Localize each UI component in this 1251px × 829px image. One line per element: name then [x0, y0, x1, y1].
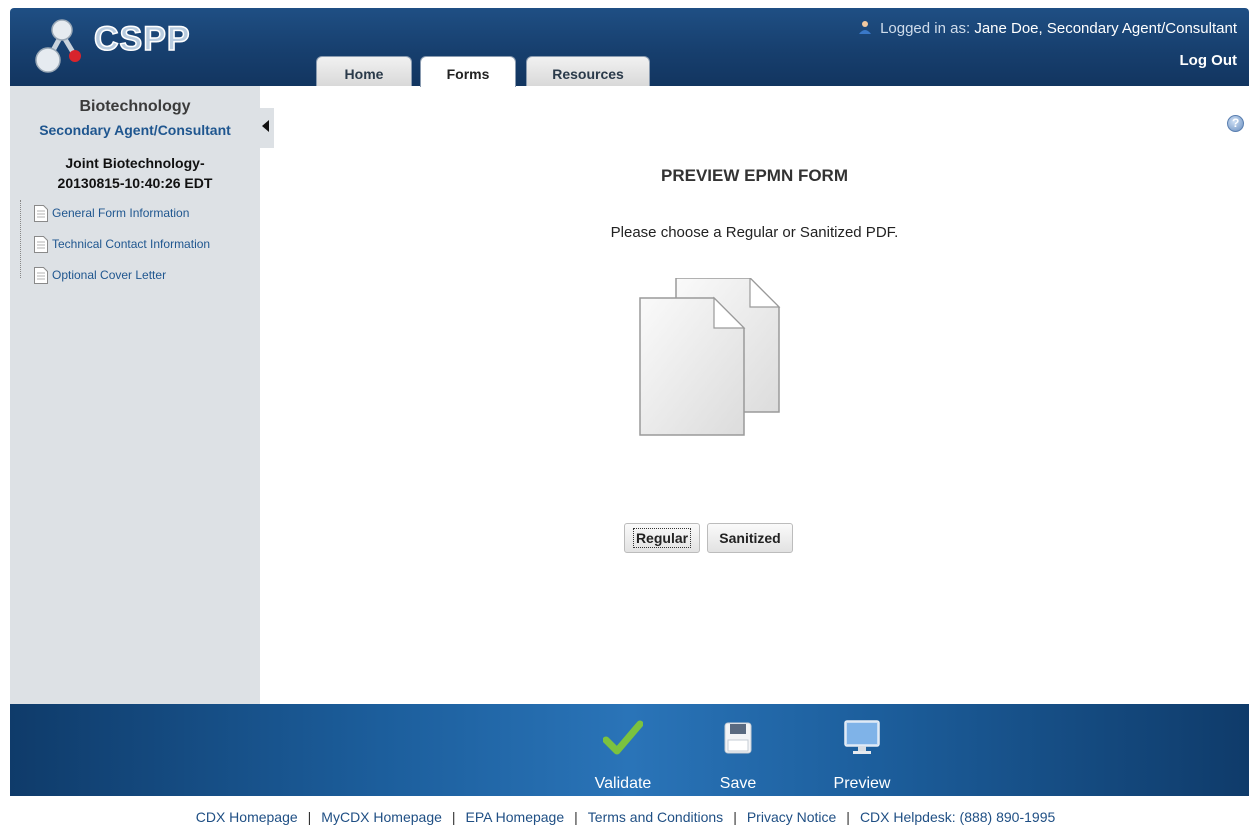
document-icon	[34, 236, 48, 253]
validate-button[interactable]: Validate	[583, 718, 663, 793]
sidebar-item-label: General Form Information	[52, 206, 190, 220]
tab-forms[interactable]: Forms	[420, 56, 516, 87]
preview-label: Preview	[833, 775, 891, 792]
form-name-line-2: 20130815-10:40:26 EDT	[57, 175, 213, 191]
sidebar-role: Secondary Agent/Consultant	[39, 122, 231, 138]
separator: |	[846, 809, 850, 825]
form-name-line-1: Joint Biotechnology-	[65, 155, 205, 171]
tab-resources[interactable]: Resources	[526, 56, 650, 86]
sidebar-item-label: Technical Contact Information	[52, 237, 211, 251]
form-section-tree: General Form Information Technical Conta…	[20, 200, 210, 293]
preview-button[interactable]: Preview	[822, 718, 902, 793]
sidebar-item-general-form-information[interactable]: General Form Information	[20, 200, 210, 231]
page-title: PREVIEW EPMN FORM	[660, 166, 848, 185]
footer-links: CDX Homepage | MyCDX Homepage | EPA Homepage…	[0, 809, 1251, 825]
floppy-disk-icon	[724, 722, 752, 754]
action-bar: Validate Save Preview	[10, 704, 1249, 796]
save-label: Save	[719, 775, 757, 792]
tab-home[interactable]: Home	[316, 56, 412, 86]
sidebar-form-name: Joint Biotechnology- 20130815-10:40:26 E…	[10, 153, 260, 193]
page-instructions: Please choose a Regular or Sanitized PDF…	[610, 224, 899, 241]
document-icon	[34, 267, 48, 284]
separator: |	[733, 809, 737, 825]
app: CSPP Home Forms Resources Logged in as: …	[0, 0, 1251, 829]
mycdx-homepage-link[interactable]: MyCDX Homepage	[321, 809, 442, 825]
save-button[interactable]: Save	[698, 718, 778, 793]
cspp-logo[interactable]: CSPP	[32, 16, 212, 76]
cdx-helpdesk-link[interactable]: CDX Helpdesk: (888) 890-1995	[860, 809, 1055, 825]
terms-link[interactable]: Terms and Conditions	[588, 809, 723, 825]
checkmark-icon	[602, 720, 644, 755]
logged-in-prefix: Logged in as:	[880, 20, 971, 37]
separator: |	[307, 809, 312, 825]
sidebar-item-label: Optional Cover Letter	[52, 268, 167, 282]
logo-text: CSPP	[93, 19, 191, 59]
user-name: Jane Doe, Secondary Agent/Consultant	[974, 20, 1237, 37]
privacy-notice-link[interactable]: Privacy Notice	[747, 809, 836, 825]
epa-homepage-link[interactable]: EPA Homepage	[466, 809, 565, 825]
sidebar-item-technical-contact-information[interactable]: Technical Contact Information	[20, 231, 210, 262]
documents-icon	[639, 278, 781, 436]
cdx-homepage-link[interactable]: CDX Homepage	[196, 809, 298, 825]
sidebar-item-optional-cover-letter[interactable]: Optional Cover Letter	[20, 262, 210, 293]
sidebar-title: Biotechnology	[79, 98, 191, 115]
user-icon	[858, 21, 871, 34]
separator: |	[574, 809, 578, 825]
separator: |	[451, 809, 456, 825]
logged-in-info: Logged in as: Jane Doe, Secondary Agent/…	[858, 20, 1237, 37]
sidebar: Biotechnology Secondary Agent/Consultant…	[10, 86, 274, 704]
regular-button-label: Regular	[632, 528, 692, 548]
help-icon[interactable]	[1227, 115, 1244, 132]
header: CSPP Home Forms Resources Logged in as: …	[10, 8, 1249, 87]
regular-pdf-button[interactable]: Regular	[624, 523, 700, 553]
sanitized-pdf-button[interactable]: Sanitized	[707, 523, 793, 553]
collapse-arrow-icon[interactable]	[260, 108, 274, 148]
validate-label: Validate	[594, 775, 652, 792]
molecule-logo-icon	[35, 19, 81, 73]
logout-link[interactable]: Log Out	[1180, 52, 1237, 69]
monitor-icon	[844, 720, 880, 754]
document-icon	[34, 205, 48, 222]
